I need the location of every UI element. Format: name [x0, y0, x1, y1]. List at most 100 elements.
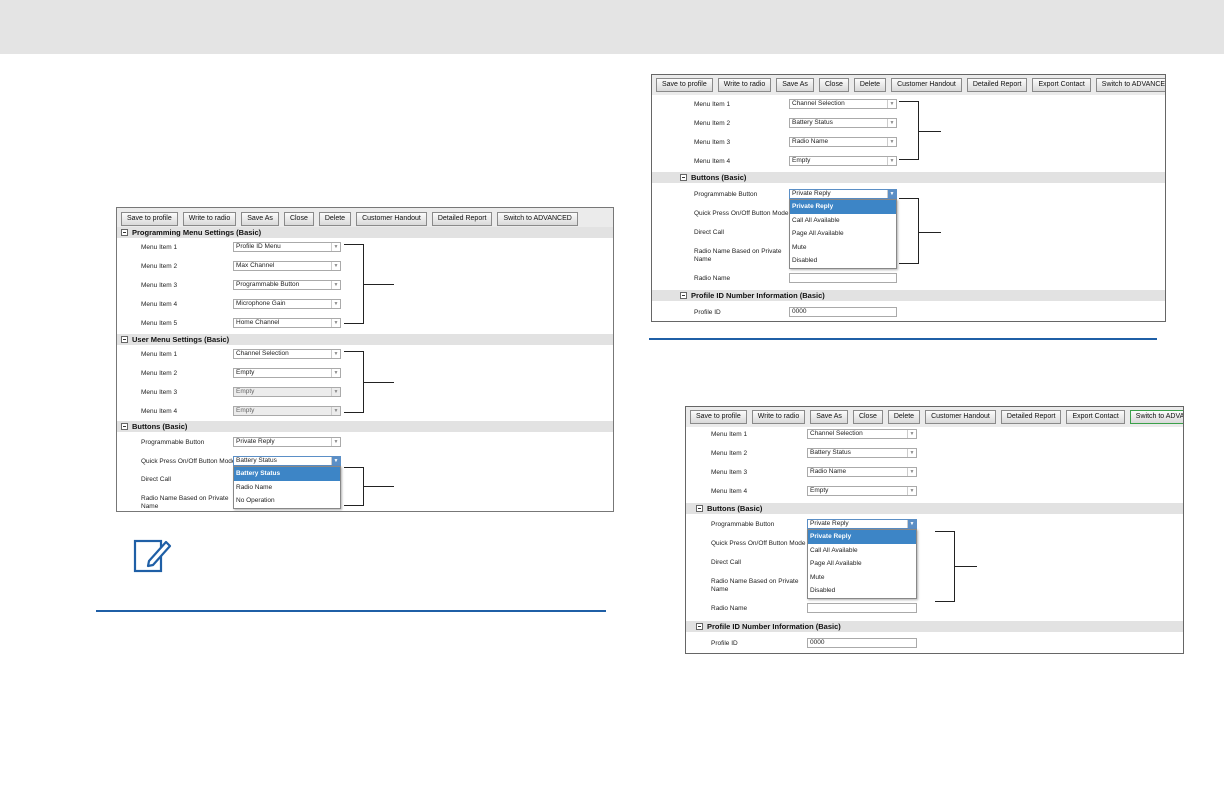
page-header-band [0, 0, 1224, 54]
dropdown-option[interactable]: No Operation [234, 494, 340, 508]
dropdown-arrow-icon[interactable]: ▼ [907, 430, 916, 438]
collapse-icon[interactable] [696, 504, 703, 512]
dropdown-option[interactable]: Disabled [790, 254, 896, 268]
menu-item-select[interactable]: Empty ▼ [233, 368, 341, 378]
save-to-profile-button[interactable]: Save to profile [690, 410, 747, 424]
dropdown-arrow-icon[interactable]: ▼ [331, 457, 340, 465]
detailed-report-button[interactable]: Detailed Report [966, 78, 1028, 92]
profile-id-input[interactable]: 0000 [789, 307, 897, 317]
section-buttons[interactable]: Buttons (Basic) [652, 172, 1165, 183]
save-as-button[interactable]: Save As [241, 212, 279, 226]
dropdown-arrow-icon[interactable]: ▼ [887, 119, 896, 127]
save-as-button[interactable]: Save As [776, 78, 814, 92]
dropdown-option[interactable]: Mute [790, 241, 896, 255]
customer-handout-button[interactable]: Customer Handout [356, 212, 427, 226]
dropdown-arrow-icon[interactable]: ▼ [331, 319, 340, 327]
radio-name-input[interactable] [789, 273, 897, 283]
menu-item-label: Menu Item 1 [141, 244, 178, 251]
collapse-icon[interactable] [696, 622, 703, 630]
switch-to-advanced-button[interactable]: Switch to ADVANCED [1095, 78, 1165, 92]
collapse-icon[interactable] [680, 291, 687, 299]
dropdown-arrow-icon[interactable]: ▼ [887, 100, 896, 108]
save-as-button[interactable]: Save As [810, 410, 848, 424]
collapse-icon[interactable] [121, 228, 128, 236]
delete-button[interactable]: Delete [887, 410, 921, 424]
dropdown-arrow-icon[interactable]: ▼ [331, 281, 340, 289]
write-to-radio-button[interactable]: Write to radio [751, 410, 806, 424]
section-profile-id[interactable]: Profile ID Number Information (Basic) [652, 290, 1165, 301]
section-user-menu[interactable]: User Menu Settings (Basic) [117, 334, 613, 345]
dropdown-arrow-icon[interactable]: ▼ [907, 520, 916, 528]
menu-item-select[interactable]: Channel Selection ▼ [789, 99, 897, 109]
write-to-radio-button[interactable]: Write to radio [717, 78, 772, 92]
dropdown-arrow-icon[interactable]: ▼ [887, 190, 896, 198]
menu-item-select[interactable]: Profile ID Menu ▼ [233, 242, 341, 252]
dropdown-arrow-icon[interactable]: ▼ [331, 243, 340, 251]
detailed-report-button[interactable]: Detailed Report [1000, 410, 1062, 424]
collapse-icon[interactable] [121, 335, 128, 343]
customer-handout-button[interactable]: Customer Handout [925, 410, 996, 424]
programmable-button-select[interactable]: Private Reply ▼ [789, 189, 897, 199]
dropdown-arrow-icon[interactable]: ▼ [331, 350, 340, 358]
menu-item-select[interactable]: Microphone Gain ▼ [233, 299, 341, 309]
dropdown-arrow-icon[interactable]: ▼ [907, 487, 916, 495]
switch-to-advanced-button[interactable]: Switch to ADVANCED [497, 212, 578, 226]
delete-button[interactable]: Delete [318, 212, 352, 226]
dropdown-arrow-icon[interactable]: ▼ [887, 138, 896, 146]
dropdown-arrow-icon[interactable]: ▼ [907, 468, 916, 476]
close-button[interactable]: Close [283, 212, 314, 226]
menu-item-select[interactable]: Programmable Button ▼ [233, 280, 341, 290]
dropdown-option[interactable]: Radio Name [234, 481, 340, 495]
export-contact-button[interactable]: Export Contact [1066, 410, 1125, 424]
dropdown-option[interactable]: Battery Status [234, 467, 340, 481]
close-button[interactable]: Close [852, 410, 883, 424]
programmable-button-dropdown-list: Private Reply Call All Available Page Al… [789, 199, 897, 269]
menu-item-select[interactable]: Empty ▼ [789, 156, 897, 166]
menu-item-select[interactable]: Max Channel ▼ [233, 261, 341, 271]
section-profile-id[interactable]: Profile ID Number Information (Basic) [686, 621, 1183, 632]
collapse-icon[interactable] [121, 422, 128, 430]
export-contact-button[interactable]: Export Contact [1032, 78, 1091, 92]
save-to-profile-button[interactable]: Save to profile [656, 78, 713, 92]
note-pencil-icon [133, 539, 172, 573]
dropdown-option[interactable]: Mute [808, 571, 916, 585]
programmable-button-select[interactable]: Private Reply ▼ [807, 519, 917, 529]
section-buttons[interactable]: Buttons (Basic) [117, 421, 613, 432]
dropdown-option[interactable]: Page All Available [808, 557, 916, 571]
menu-item-select[interactable]: Battery Status ▼ [789, 118, 897, 128]
profile-id-input[interactable]: 0000 [807, 638, 917, 648]
programmable-button-select[interactable]: Private Reply ▼ [233, 437, 341, 447]
dropdown-option[interactable]: Call All Available [808, 544, 916, 558]
menu-item-select[interactable]: Channel Selection ▼ [807, 429, 917, 439]
menu-item-select[interactable]: Empty ▼ [807, 486, 917, 496]
dropdown-option[interactable]: Disabled [808, 584, 916, 598]
dropdown-option[interactable]: Private Reply [808, 530, 916, 544]
dropdown-arrow-icon[interactable]: ▼ [331, 369, 340, 377]
dropdown-option[interactable]: Call All Available [790, 214, 896, 228]
dropdown-arrow-icon[interactable]: ▼ [907, 449, 916, 457]
dropdown-arrow-icon[interactable]: ▼ [331, 262, 340, 270]
section-buttons[interactable]: Buttons (Basic) [686, 503, 1183, 514]
save-to-profile-button[interactable]: Save to profile [121, 212, 178, 226]
section-title: Profile ID Number Information (Basic) [707, 622, 841, 631]
dropdown-arrow-icon[interactable]: ▼ [331, 438, 340, 446]
dropdown-option[interactable]: Page All Available [790, 227, 896, 241]
menu-item-select[interactable]: Home Channel ▼ [233, 318, 341, 328]
menu-item-select[interactable]: Channel Selection ▼ [233, 349, 341, 359]
dropdown-arrow-icon[interactable]: ▼ [331, 300, 340, 308]
write-to-radio-button[interactable]: Write to radio [182, 212, 237, 226]
collapse-icon[interactable] [680, 173, 687, 181]
customer-handout-button[interactable]: Customer Handout [891, 78, 962, 92]
switch-to-advanced-button[interactable]: Switch to ADVANCED [1129, 410, 1183, 424]
delete-button[interactable]: Delete [853, 78, 887, 92]
quick-press-select[interactable]: Battery Status ▼ [233, 456, 341, 466]
radio-name-input[interactable] [807, 603, 917, 613]
menu-item-select[interactable]: Radio Name ▼ [789, 137, 897, 147]
menu-item-select[interactable]: Battery Status ▼ [807, 448, 917, 458]
close-button[interactable]: Close [818, 78, 849, 92]
dropdown-option[interactable]: Private Reply [790, 200, 896, 214]
detailed-report-button[interactable]: Detailed Report [431, 212, 493, 226]
menu-item-select[interactable]: Radio Name ▼ [807, 467, 917, 477]
section-programming-menu[interactable]: Programming Menu Settings (Basic) [117, 227, 613, 238]
dropdown-arrow-icon[interactable]: ▼ [887, 157, 896, 165]
